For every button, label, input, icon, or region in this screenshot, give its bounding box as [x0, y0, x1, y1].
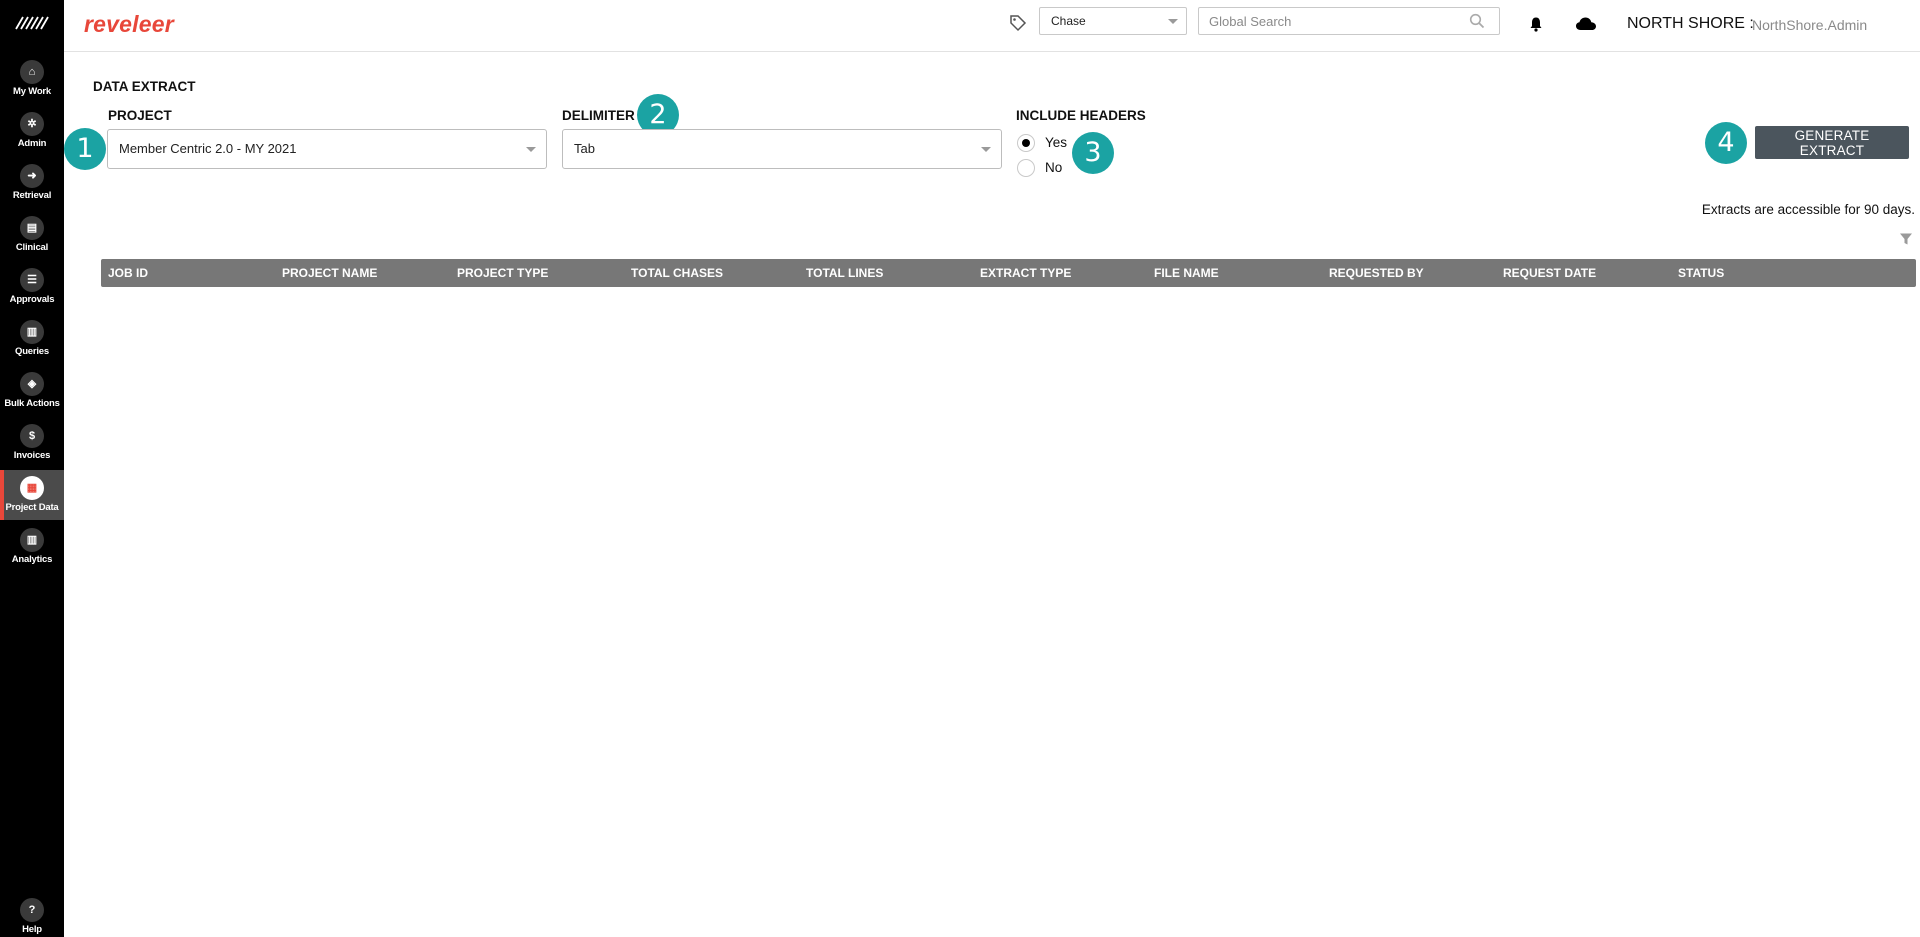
tag-icon	[1010, 15, 1027, 32]
sidebar-item-admin[interactable]: ✲ Admin	[0, 106, 64, 156]
app-logo-icon[interactable]	[14, 14, 50, 32]
sidebar-item-label: Retrieval	[12, 190, 52, 201]
admin-icon: ✲	[20, 112, 44, 136]
project-dropdown-value: Member Centric 2.0 - MY 2021	[119, 141, 297, 156]
table-header: JOB ID PROJECT NAME PROJECT TYPE TOTAL C…	[101, 259, 1916, 287]
sidebar-item-queries[interactable]: ▥ Queries	[0, 314, 64, 364]
delimiter-dropdown[interactable]: Tab	[562, 129, 1002, 169]
sidebar-item-approvals[interactable]: ☰ Approvals	[0, 262, 64, 312]
search-type-value: Chase	[1051, 14, 1086, 28]
include-headers-label: INCLUDE HEADERS	[1016, 108, 1146, 123]
sidebar-item-invoices[interactable]: $ Invoices	[0, 418, 64, 468]
help-icon: ?	[20, 898, 44, 922]
chevron-down-icon	[981, 147, 991, 152]
step-badge-4: 4	[1705, 122, 1747, 164]
bell-icon[interactable]	[1528, 16, 1544, 32]
search-type-select[interactable]: Chase	[1039, 7, 1187, 35]
queries-icon: ▥	[20, 320, 44, 344]
project-data-icon: ▦	[20, 476, 44, 500]
sidebar-item-label: Admin	[17, 138, 47, 149]
organization-name: NORTH SHORE :	[1627, 15, 1754, 32]
bulk-actions-icon: ◈	[20, 372, 44, 396]
approvals-icon: ☰	[20, 268, 44, 292]
sidebar-item-my-work[interactable]: ⌂ My Work	[0, 54, 64, 104]
global-search-input[interactable]	[1198, 7, 1500, 35]
column-header-requested-by[interactable]: REQUESTED BY	[1329, 259, 1424, 287]
column-header-total-chases[interactable]: TOTAL CHASES	[631, 259, 723, 287]
include-headers-yes[interactable]: Yes	[1017, 134, 1077, 154]
sidebar: ⌂ My Work ✲ Admin ➜ Retrieval ▤ Clinical…	[0, 0, 64, 937]
radio-button-checked[interactable]	[1017, 134, 1035, 152]
radio-button[interactable]	[1017, 159, 1035, 177]
sidebar-item-label: Invoices	[13, 450, 51, 461]
project-label: PROJECT	[108, 108, 172, 123]
invoices-icon: $	[20, 424, 44, 448]
step-badge-1: 1	[64, 128, 106, 170]
clinical-icon: ▤	[20, 216, 44, 240]
column-header-project-type[interactable]: PROJECT TYPE	[457, 259, 548, 287]
cloud-icon[interactable]	[1575, 16, 1597, 32]
project-dropdown[interactable]: Member Centric 2.0 - MY 2021	[107, 129, 547, 169]
sidebar-item-label: Approvals	[9, 294, 55, 305]
radio-label-yes: Yes	[1045, 135, 1068, 150]
delimiter-label: DELIMITER	[562, 108, 635, 123]
sidebar-item-label: Analytics	[11, 554, 53, 565]
sidebar-item-help[interactable]: ? Help	[0, 898, 64, 936]
sidebar-item-label: Bulk Actions	[4, 398, 60, 409]
column-header-request-date[interactable]: REQUEST DATE	[1503, 259, 1596, 287]
chevron-down-icon	[1168, 19, 1178, 24]
sidebar-item-analytics[interactable]: ▥ Analytics	[0, 522, 64, 572]
generate-extract-button[interactable]: GENERATE EXTRACT	[1755, 126, 1909, 159]
sidebar-item-clinical[interactable]: ▤ Clinical	[0, 210, 64, 260]
top-bar: reveleer Chase NORTH SHORE : NorthShore.…	[64, 0, 1920, 52]
search-icon[interactable]	[1469, 13, 1485, 29]
filter-icon[interactable]	[1899, 232, 1913, 246]
sidebar-item-label: My Work	[12, 86, 51, 97]
sidebar-item-label: Project Data	[5, 502, 59, 513]
retention-note: Extracts are accessible for 90 days.	[1701, 202, 1915, 217]
analytics-icon: ▥	[20, 528, 44, 552]
sidebar-item-label: Queries	[15, 346, 49, 357]
sidebar-item-label: Clinical	[15, 242, 49, 253]
home-icon: ⌂	[20, 60, 44, 84]
delimiter-dropdown-value: Tab	[574, 141, 595, 156]
sidebar-item-project-data[interactable]: ▦ Project Data	[0, 470, 64, 520]
username[interactable]: NorthShore.Admin	[1752, 17, 1867, 33]
page-title: DATA EXTRACT	[93, 79, 196, 94]
radio-label-no: No	[1045, 160, 1063, 175]
include-headers-no[interactable]: No	[1017, 159, 1077, 179]
brand-logo[interactable]: reveleer	[84, 11, 174, 38]
column-header-project-name[interactable]: PROJECT NAME	[282, 259, 377, 287]
column-header-job-id[interactable]: JOB ID	[108, 259, 148, 287]
column-header-total-lines[interactable]: TOTAL LINES	[806, 259, 883, 287]
sidebar-item-retrieval[interactable]: ➜ Retrieval	[0, 158, 64, 208]
retrieval-icon: ➜	[20, 164, 44, 188]
sidebar-item-bulk-actions[interactable]: ◈ Bulk Actions	[0, 366, 64, 416]
column-header-extract-type[interactable]: EXTRACT TYPE	[980, 259, 1071, 287]
sidebar-item-label: Help	[22, 924, 42, 935]
step-badge-3: 3	[1072, 132, 1114, 174]
column-header-status[interactable]: STATUS	[1678, 259, 1724, 287]
chevron-down-icon	[526, 147, 536, 152]
column-header-file-name[interactable]: FILE NAME	[1154, 259, 1219, 287]
